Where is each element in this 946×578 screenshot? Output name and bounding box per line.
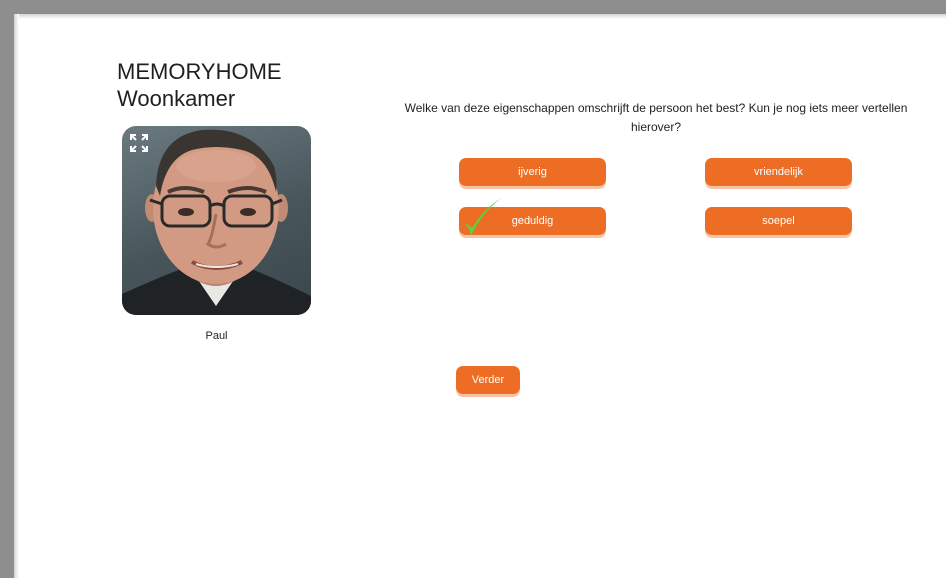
option-ijverig-button[interactable]: ijverig xyxy=(459,158,606,186)
option-soepel-button[interactable]: soepel xyxy=(705,207,852,235)
checkmark-icon xyxy=(464,198,501,236)
option-vriendelijk-button[interactable]: vriendelijk xyxy=(705,158,852,186)
room-title: Woonkamer xyxy=(117,86,236,111)
header: MEMORYHOME Woonkamer xyxy=(117,58,282,112)
portrait-image xyxy=(122,129,311,315)
person-photo xyxy=(122,126,311,315)
brand-title: MEMORYHOME xyxy=(117,59,282,84)
next-button[interactable]: Verder xyxy=(456,366,520,394)
expand-icon[interactable] xyxy=(128,132,150,154)
person-name: Paul xyxy=(205,330,228,342)
question-text: Welke van deze eigenschappen omschrijft … xyxy=(404,101,908,134)
